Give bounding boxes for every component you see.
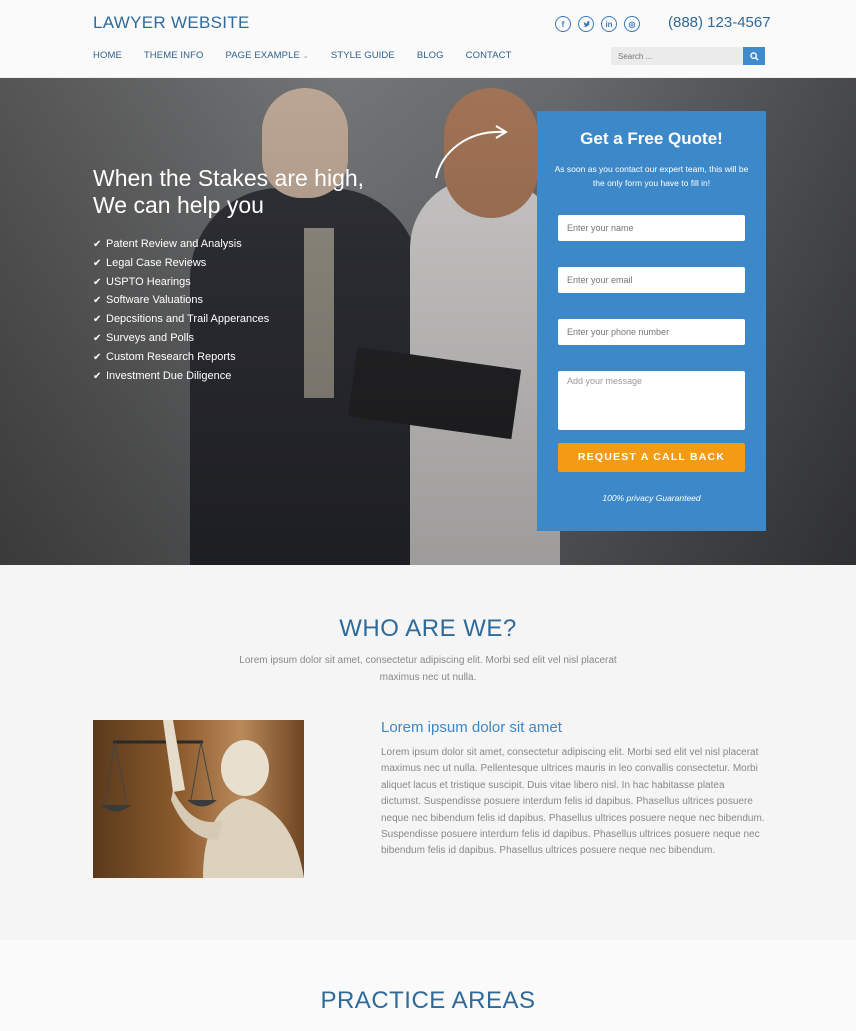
quote-form-subtitle: As soon as you contact our expert team, … bbox=[554, 164, 749, 188]
site-header: LAWYER WEBSITE f in ◎ (888) 123-4567 HOM… bbox=[0, 0, 856, 78]
practice-areas-section: PRACTICE AREAS bbox=[0, 940, 856, 1031]
nav-home[interactable]: HOME bbox=[93, 50, 122, 61]
checklist-item: ✔ Custom Research Reports bbox=[93, 348, 269, 367]
who-are-we-section: WHO ARE WE? Lorem ipsum dolor sit amet, … bbox=[0, 565, 856, 940]
phone-field[interactable] bbox=[558, 319, 745, 345]
checklist-item: ✔ Patent Review and Analysis bbox=[93, 235, 269, 254]
facebook-icon[interactable]: f bbox=[555, 16, 571, 32]
practice-areas-title: PRACTICE AREAS bbox=[320, 987, 536, 1014]
hero-headline-line-1: When the Stakes are high, bbox=[93, 165, 365, 191]
nav-theme-info[interactable]: THEME INFO bbox=[144, 50, 204, 61]
search-form bbox=[611, 47, 765, 65]
checklist-item: ✔ Surveys and Polls bbox=[93, 329, 269, 348]
email-field[interactable] bbox=[558, 267, 745, 293]
social-links: f in ◎ bbox=[555, 16, 640, 32]
nav-contact[interactable]: CONTACT bbox=[466, 50, 512, 61]
phone-number[interactable]: (888) 123-4567 bbox=[668, 14, 771, 31]
checklist-item: ✔ Depcsitions and Trail Apperances bbox=[93, 310, 269, 329]
nav-page-example-label: PAGE EXAMPLE bbox=[225, 50, 300, 61]
check-icon: ✔ bbox=[93, 332, 102, 344]
site-logo[interactable]: LAWYER WEBSITE bbox=[93, 13, 250, 33]
check-icon: ✔ bbox=[93, 370, 102, 382]
linkedin-icon[interactable]: in bbox=[601, 16, 617, 32]
name-field[interactable] bbox=[558, 215, 745, 241]
privacy-note: 100% privacy Guaranteed bbox=[602, 493, 701, 503]
check-icon: ✔ bbox=[93, 314, 102, 326]
checklist-item: ✔ Investment Due Diligence bbox=[93, 367, 269, 386]
twitter-icon[interactable] bbox=[578, 16, 594, 32]
who-content-body: Lorem ipsum dolor sit amet, consectetur … bbox=[381, 747, 765, 857]
who-section-title: WHO ARE WE? bbox=[339, 615, 517, 642]
nav-page-example[interactable]: PAGE EXAMPLE ⌄ bbox=[226, 50, 309, 61]
main-nav: HOME THEME INFO PAGE EXAMPLE ⌄ STYLE GUID… bbox=[93, 50, 512, 61]
search-button[interactable] bbox=[743, 47, 765, 65]
message-field[interactable]: Add your message bbox=[558, 371, 745, 430]
check-icon: ✔ bbox=[93, 239, 102, 250]
nav-blog[interactable]: BLOG bbox=[417, 50, 444, 61]
check-icon: ✔ bbox=[93, 257, 102, 269]
checklist-item: ✔ USPTO Hearings bbox=[93, 273, 269, 292]
chevron-down-icon: ⌄ bbox=[302, 53, 309, 60]
justice-statue-image bbox=[93, 720, 304, 878]
checklist-item: ✔ Legal Case Reviews bbox=[93, 254, 269, 273]
who-content-heading: Lorem ipsum dolor sit amet bbox=[381, 719, 562, 736]
service-checklist: ✔ Patent Review and Analysis ✔ Legal Case … bbox=[93, 235, 269, 385]
check-icon: ✔ bbox=[93, 351, 102, 363]
quote-form: Get a Free Quote! As soon as you contact… bbox=[537, 111, 766, 531]
instagram-icon[interactable]: ◎ bbox=[624, 16, 640, 32]
checklist-item: ✔ Software Valuations bbox=[93, 291, 269, 310]
request-call-back-button[interactable]: REQUEST A CALL BACK bbox=[558, 443, 745, 472]
search-input[interactable] bbox=[611, 47, 743, 65]
hero-headline-line-2: We can help you bbox=[93, 192, 264, 218]
curved-arrow-icon bbox=[435, 125, 508, 179]
nav-style-guide[interactable]: STYLE GUIDE bbox=[331, 50, 395, 61]
search-icon bbox=[749, 51, 759, 61]
quote-form-title: Get a Free Quote! bbox=[580, 129, 723, 148]
hero-headline: When the Stakes are high, We can help yo… bbox=[93, 165, 364, 219]
who-section-subtitle: Lorem ipsum dolor sit amet, consectetur … bbox=[239, 655, 617, 683]
check-icon: ✔ bbox=[93, 276, 102, 288]
check-icon: ✔ bbox=[93, 295, 102, 307]
